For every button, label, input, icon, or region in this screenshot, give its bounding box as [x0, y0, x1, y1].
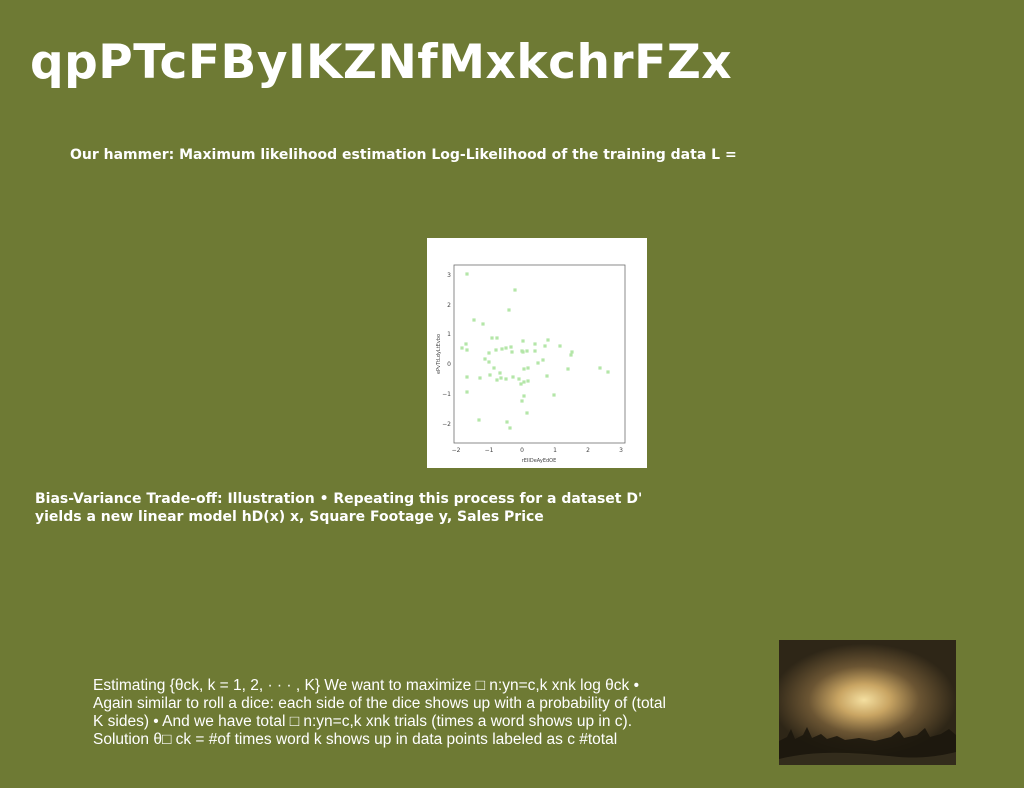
- scatter-point: [465, 390, 469, 394]
- scatter-point: [481, 322, 485, 326]
- scatter-point: [536, 361, 540, 365]
- scatter-point: [492, 366, 496, 370]
- scatter-point: [566, 367, 570, 371]
- scatter-point: [464, 342, 468, 346]
- scatter-point: [477, 418, 481, 422]
- x-tick-label: 0: [520, 447, 524, 454]
- scatter-point: [525, 411, 529, 415]
- scatter-plot-image: −2 −1 0 1 2 3 3 2 1 0 −1 −2 rEIIDeAyEdOE…: [427, 238, 647, 468]
- slide-title: qpPTcFByIKZNfMxkchrFZx: [30, 35, 733, 90]
- scatter-point: [522, 380, 526, 384]
- body-text: Estimating {θck, k = 1, 2, · · · , K} We…: [93, 677, 666, 748]
- scatter-point: [487, 351, 491, 355]
- scatter-point: [552, 393, 556, 397]
- y-tick-labels: 3 2 1 0 −1 −2: [442, 272, 451, 428]
- scatter-point: [495, 378, 499, 382]
- y-tick-label: −2: [442, 421, 451, 428]
- scatter-point: [521, 339, 525, 343]
- scatter-point: [507, 308, 511, 312]
- scatter-point: [460, 346, 464, 350]
- scatter-point: [522, 394, 526, 398]
- x-tick-label: 1: [553, 447, 557, 454]
- scatter-point: [499, 376, 503, 380]
- scatter-point: [598, 366, 602, 370]
- x-tick-label: −2: [452, 447, 461, 454]
- scatter-point: [508, 426, 512, 430]
- scatter-point: [545, 374, 549, 378]
- scatter-point: [472, 318, 476, 322]
- x-tick-label: 2: [586, 447, 590, 454]
- scatter-point: [546, 338, 550, 342]
- scatter-point: [494, 348, 498, 352]
- x-tick-label: 3: [619, 447, 623, 454]
- scatter-point: [510, 350, 514, 354]
- scatter-point: [526, 379, 530, 383]
- y-tick-label: 0: [447, 361, 451, 368]
- scatter-point: [569, 353, 573, 357]
- scatter-point: [490, 336, 494, 340]
- scatter-point: [505, 420, 509, 424]
- scatter-point: [478, 376, 482, 380]
- scatter-point: [504, 346, 508, 350]
- scatter-plot: −2 −1 0 1 2 3 3 2 1 0 −1 −2 rEIIDeAyEdOE…: [436, 264, 626, 464]
- landscape-photo: [779, 640, 956, 765]
- scatter-point: [520, 399, 524, 403]
- scatter-point: [541, 358, 545, 362]
- scatter-point: [509, 345, 513, 349]
- scatter-point: [526, 366, 530, 370]
- scatter-point: [495, 336, 499, 340]
- y-tick-label: −1: [442, 391, 451, 398]
- scatter-point: [511, 375, 515, 379]
- y-tick-label: 2: [447, 302, 451, 309]
- scatter-point: [488, 373, 492, 377]
- scatter-point: [465, 272, 469, 276]
- scatter-point: [519, 382, 523, 386]
- scatter-point: [513, 288, 517, 292]
- scatter-point: [558, 344, 562, 348]
- subheading-text: Our hammer: Maximum likelihood estimatio…: [70, 147, 737, 163]
- scatter-point: [465, 348, 469, 352]
- scatter-point: [525, 349, 529, 353]
- scatter-point: [533, 349, 537, 353]
- scatter-point: [517, 377, 521, 381]
- y-axis-label: ePvTtLdyLtEvbo: [436, 334, 442, 374]
- treeline-silhouette: [779, 727, 956, 765]
- scatter-point: [570, 350, 574, 354]
- scatter-point: [498, 371, 502, 375]
- y-tick-label: 1: [447, 331, 451, 338]
- y-tick-label: 3: [447, 272, 451, 279]
- scatter-point: [504, 377, 508, 381]
- scatter-point: [606, 370, 610, 374]
- scatter-point: [520, 349, 524, 353]
- x-tick-label: −1: [485, 447, 494, 454]
- illustration-text: Bias-Variance Trade-off: Illustration • …: [35, 491, 643, 525]
- scatter-point: [522, 367, 526, 371]
- x-tick-labels: −2 −1 0 1 2 3: [452, 447, 624, 454]
- scatter-point: [533, 342, 537, 346]
- scatter-point: [487, 360, 491, 364]
- x-axis-label: rEIIDeAyEdOE: [522, 458, 557, 464]
- scatter-point: [465, 375, 469, 379]
- scatter-point: [483, 357, 487, 361]
- scatter-point: [500, 347, 504, 351]
- scatter-point: [543, 344, 547, 348]
- plot-axes-frame: [453, 264, 626, 444]
